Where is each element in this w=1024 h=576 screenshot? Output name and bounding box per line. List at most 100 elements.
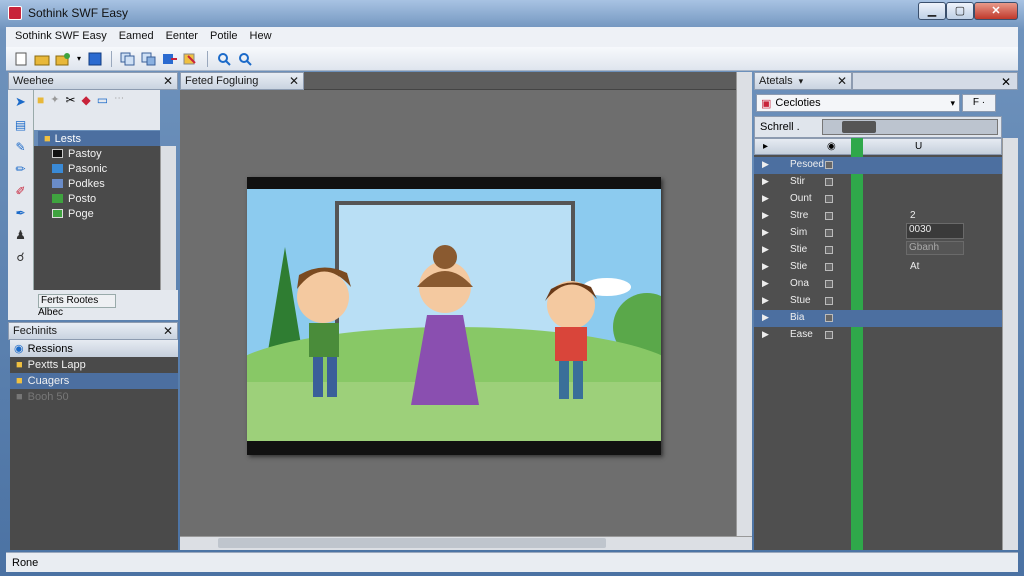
lock-toggle[interactable] (825, 297, 833, 305)
menu-hew[interactable]: Hew (245, 27, 277, 47)
layer-name: Pesoed (790, 159, 824, 170)
import-icon[interactable] (54, 50, 72, 68)
person-tool-icon[interactable]: ♟ (15, 228, 26, 242)
list-item[interactable]: ■ Pextts Lapp (10, 357, 178, 373)
left-panel-title: Weehee (13, 75, 54, 87)
save-icon[interactable] (86, 50, 104, 68)
menu-app[interactable]: Sothink SWF Easy (10, 27, 112, 47)
screen-icon[interactable]: ▭ (97, 93, 108, 127)
zoom-out-icon[interactable] (236, 50, 254, 68)
new-file-icon[interactable] (12, 50, 30, 68)
document-tab[interactable]: Feted Fogluing ✕ (180, 72, 304, 90)
second-panel-subheader[interactable]: ◉ Ressions (10, 340, 178, 357)
frame-value-field[interactable]: 0030 (906, 223, 964, 239)
wand-icon[interactable]: ✦ (50, 93, 59, 127)
expand-arrow-icon[interactable]: ▶ (762, 210, 769, 221)
pen-tool-icon[interactable]: ✎ (15, 140, 25, 154)
expand-arrow-icon[interactable]: ▶ (762, 278, 769, 289)
maximize-button[interactable]: ▢ (946, 2, 974, 20)
timeline-layer-row[interactable]: ▶ Stie (754, 242, 1002, 259)
tree-scrollbar[interactable] (160, 146, 176, 290)
timeline-layer-row[interactable]: ▶ Ount (754, 191, 1002, 208)
eraser-icon[interactable]: ◆ (82, 93, 91, 127)
lock-toggle[interactable] (825, 212, 833, 220)
timeline-layer-row[interactable]: ▶ Ona (754, 276, 1002, 293)
copy-icon[interactable] (119, 50, 137, 68)
tree-item[interactable]: Pastoy (34, 146, 160, 161)
stage-vertical-scrollbar[interactable] (736, 72, 752, 536)
paste-icon[interactable] (140, 50, 158, 68)
list-item[interactable]: ■ Booh 50 (10, 389, 178, 405)
link-tool-icon[interactable]: ☌ (16, 250, 24, 264)
select-tool-icon[interactable]: ➤ (15, 94, 26, 110)
zoom-in-icon[interactable] (215, 50, 233, 68)
close-icon[interactable]: ✕ (163, 74, 173, 88)
lock-toggle[interactable] (825, 229, 833, 237)
stage-canvas[interactable] (224, 177, 684, 455)
footer-label[interactable]: Ferts Rootes (38, 294, 116, 308)
close-icon[interactable]: ✕ (837, 74, 847, 88)
expand-arrow-icon[interactable]: ▶ (762, 329, 769, 340)
brush-tool-icon[interactable]: ✐ (15, 184, 25, 198)
close-icon[interactable]: ✕ (163, 324, 173, 338)
close-icon[interactable]: ✕ (1001, 75, 1011, 89)
folder-icon[interactable]: ■ (37, 93, 44, 127)
expand-arrow-icon[interactable]: ▶ (762, 295, 769, 306)
scissors-icon[interactable]: ✂ (65, 93, 75, 127)
pencil-tool-icon[interactable]: ✏ (15, 162, 25, 176)
expand-arrow-icon[interactable]: ▶ (762, 176, 769, 187)
timeline-layer-row[interactable]: ▶ Stue (754, 293, 1002, 310)
publish-icon[interactable] (182, 50, 200, 68)
expand-arrow-icon[interactable]: ▶ (762, 261, 769, 272)
tree-item[interactable]: Poge (34, 206, 160, 221)
expand-arrow-icon[interactable]: ▶ (762, 227, 769, 238)
tree-item[interactable]: Pasonic (34, 161, 160, 176)
slider-knob[interactable] (842, 121, 876, 133)
frame-name-field[interactable]: Gbanh (906, 241, 964, 255)
scrollbar-thumb[interactable] (218, 538, 606, 548)
timeline-layer-row[interactable]: ▶ Pesoed (754, 157, 1002, 174)
window-title: Sothink SWF Easy (28, 6, 129, 20)
tree-item[interactable]: Posto (34, 191, 160, 206)
minimize-button[interactable]: ▁ (918, 2, 946, 20)
more-icon[interactable]: ⋯ (114, 93, 124, 127)
open-folder-icon[interactable] (33, 50, 51, 68)
timeline-layer-row[interactable]: ▶ Bia (754, 310, 1002, 327)
left-panel-header: Weehee ✕ (8, 72, 178, 90)
lock-toggle[interactable] (825, 161, 833, 169)
expand-arrow-icon[interactable]: ▶ (762, 193, 769, 204)
menu-eenter[interactable]: Eenter (161, 27, 203, 47)
expand-arrow-icon[interactable]: ▶ (762, 159, 769, 170)
expand-arrow-icon[interactable]: ▶ (762, 244, 769, 255)
lock-toggle[interactable] (825, 178, 833, 186)
lock-toggle[interactable] (825, 280, 833, 288)
properties-options-button[interactable]: F · (962, 94, 996, 112)
menu-eamed[interactable]: Eamed (114, 27, 159, 47)
close-button[interactable]: ✕ (974, 2, 1018, 20)
timeline-scrollbar[interactable] (1002, 138, 1018, 550)
timeline-layer-row[interactable]: ▶ Stre 2 (754, 208, 1002, 225)
lock-toggle[interactable] (825, 331, 833, 339)
timeline-layer-row[interactable]: ▶ Stir (754, 174, 1002, 191)
menu-potile[interactable]: Potile (205, 27, 243, 47)
paint-tool-icon[interactable]: ✒ (15, 206, 25, 220)
timeline-layer-row[interactable]: ▶ Sim (754, 225, 1002, 242)
timeline-layer-row[interactable]: ▶ Stie At (754, 259, 1002, 276)
dropdown-arrow-icon[interactable]: ▾ (75, 50, 83, 68)
lock-toggle[interactable] (825, 246, 833, 254)
lock-toggle[interactable] (825, 314, 833, 322)
chevron-down-icon[interactable]: ▾ (799, 76, 804, 87)
list-item-selected[interactable]: ■ Cuagers (10, 373, 178, 389)
close-icon[interactable]: ✕ (289, 74, 299, 88)
export-icon[interactable] (161, 50, 179, 68)
item-swatch (52, 164, 63, 173)
expand-arrow-icon[interactable]: ▶ (762, 312, 769, 323)
tree-header[interactable]: ■ Lests (38, 131, 160, 146)
lock-toggle[interactable] (825, 263, 833, 271)
visibility-icon[interactable]: ◉ (827, 141, 836, 152)
tree-item[interactable]: Podkes (34, 176, 160, 191)
timeline-layer-row[interactable]: ▶ Ease (754, 327, 1002, 344)
properties-dropdown[interactable]: ▣ Cecloties ▾ (756, 94, 960, 112)
lock-toggle[interactable] (825, 195, 833, 203)
page-tool-icon[interactable]: ▤ (15, 118, 26, 132)
